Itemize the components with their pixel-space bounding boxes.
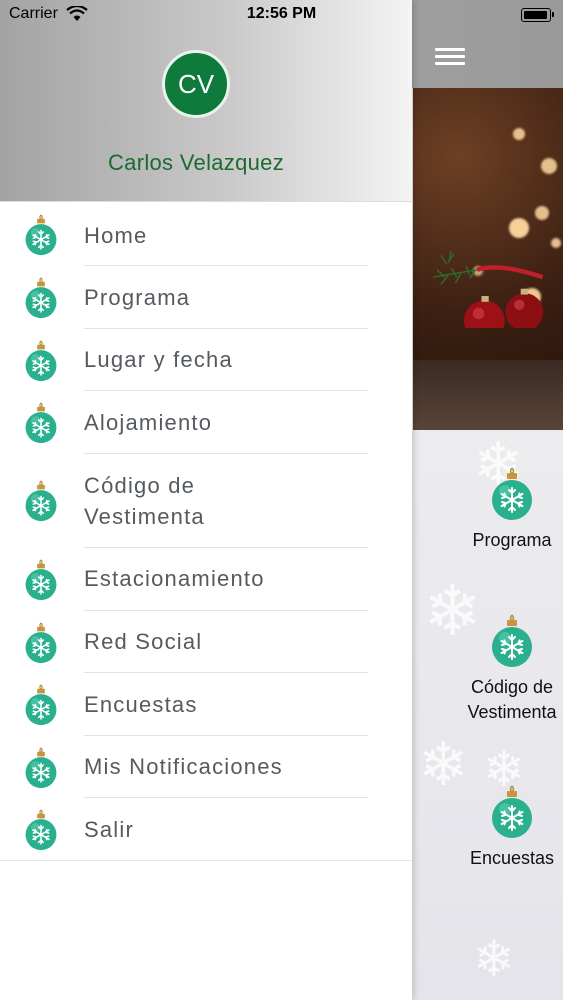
ornament-icon <box>24 746 58 795</box>
menu-item-mis-notificaciones[interactable]: Mis Notificaciones <box>0 736 412 798</box>
user-name: Carlos Velazquez <box>107 150 284 175</box>
grid-item-encuestas[interactable]: Encuestas <box>412 784 563 871</box>
ornament-icon <box>24 401 58 450</box>
menu-item-red-social[interactable]: Red Social <box>0 611 412 673</box>
navigation-drawer: CV Carlos Velazquez Home Programa Lugar … <box>0 0 412 1000</box>
menu-item-salir[interactable]: Salir <box>0 798 412 860</box>
menu-item-label: Alojamiento <box>84 410 213 435</box>
christmas-hero-image <box>413 88 563 430</box>
ornament-icon <box>412 466 563 522</box>
menu-item-programa[interactable]: Programa <box>0 266 412 329</box>
menu-item-label: Encuestas <box>84 692 198 717</box>
divider <box>0 860 412 861</box>
ornament-icon <box>24 479 58 528</box>
battery-icon <box>521 8 554 22</box>
grid-item-label: Encuestas <box>469 848 555 868</box>
menu-item-label: Lugar y fecha <box>84 347 233 372</box>
menu-item-lugar-fecha[interactable]: Lugar y fecha <box>0 329 412 391</box>
hamburger-icon[interactable] <box>435 46 467 68</box>
main-grid: ❄ ❄ ❄ ❄ ❄ Programa Código de Vestimenta … <box>413 430 563 1000</box>
grid-item-label: Código de Vestimenta <box>467 677 557 722</box>
menu-item-label: Red Social <box>84 629 203 654</box>
grid-item-codigo-vestimenta[interactable]: Código de Vestimenta <box>412 613 563 725</box>
grid-item-programa[interactable]: Programa <box>412 466 563 553</box>
ornament-icon <box>24 339 58 388</box>
menu-item-label: Código de Vestimenta <box>84 473 205 529</box>
drawer-header: CV Carlos Velazquez <box>0 0 412 201</box>
ornament-icon <box>412 784 563 840</box>
menu-item-label: Home <box>84 223 148 248</box>
ornament-icon <box>412 613 563 669</box>
menu-item-encuestas[interactable]: Encuestas <box>0 673 412 736</box>
ornament-icon <box>24 558 58 607</box>
avatar[interactable]: CV <box>162 50 230 118</box>
menu-item-label: Programa <box>84 285 191 310</box>
menu-item-home[interactable]: Home <box>0 203 412 266</box>
divider <box>0 201 412 202</box>
ornament-icon <box>24 621 58 670</box>
menu-item-estacionamiento[interactable]: Estacionamiento <box>0 548 412 611</box>
menu-item-alojamiento[interactable]: Alojamiento <box>0 391 412 454</box>
ornament-icon <box>24 213 58 262</box>
status-bar: Carrier 12:56 PM <box>0 0 563 28</box>
grid-item-label: Programa <box>472 530 552 550</box>
menu-item-label: Estacionamiento <box>84 566 265 591</box>
ornament-icon <box>24 276 58 325</box>
ornament-icon <box>24 808 58 857</box>
menu-item-label: Salir <box>84 817 135 842</box>
status-time: 12:56 PM <box>246 5 317 22</box>
menu-item-codigo-vestimenta[interactable]: Código de Vestimenta <box>0 454 412 548</box>
menu-item-label: Mis Notificaciones <box>84 754 283 779</box>
ornament-icon <box>24 683 58 732</box>
